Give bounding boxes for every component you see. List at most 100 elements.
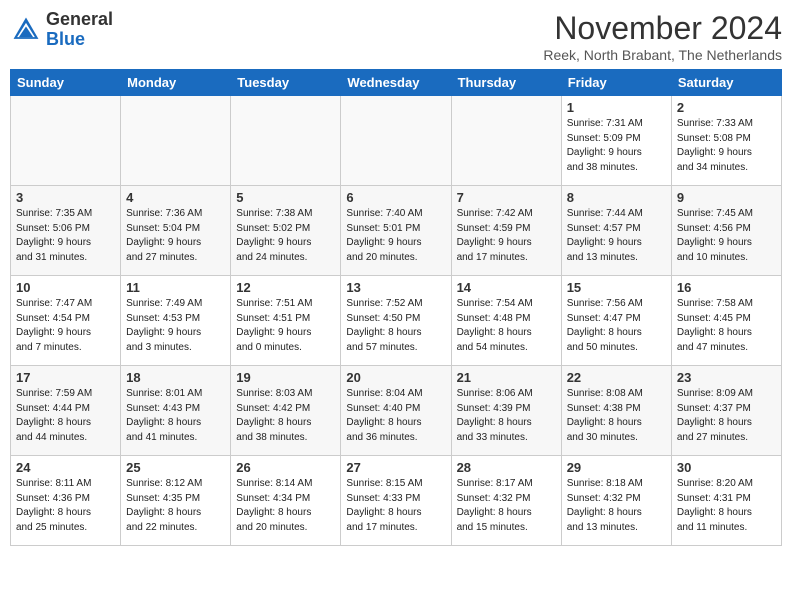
- day-number: 24: [16, 460, 115, 475]
- day-number: 4: [126, 190, 225, 205]
- cell-info: Sunrise: 8:01 AM Sunset: 4:43 PM Dayligh…: [126, 387, 225, 445]
- cell-info: Sunrise: 8:15 AM Sunset: 4:33 PM Dayligh…: [346, 477, 445, 535]
- calendar-cell: 10 Sunrise: 7:47 AM Sunset: 4:54 PM Dayli…: [11, 276, 121, 366]
- cell-info: Sunrise: 7:59 AM Sunset: 4:44 PM Dayligh…: [16, 387, 115, 445]
- cell-info: Sunrise: 7:31 AM Sunset: 5:09 PM Dayligh…: [567, 117, 666, 175]
- cell-info: Sunrise: 8:12 AM Sunset: 4:35 PM Dayligh…: [126, 477, 225, 535]
- day-number: 21: [457, 370, 556, 385]
- calendar-cell: 25 Sunrise: 8:12 AM Sunset: 4:35 PM Dayli…: [121, 456, 231, 546]
- cell-info: Sunrise: 7:56 AM Sunset: 4:47 PM Dayligh…: [567, 297, 666, 355]
- cell-info: Sunrise: 7:35 AM Sunset: 5:06 PM Dayligh…: [16, 207, 115, 265]
- cell-info: Sunrise: 7:42 AM Sunset: 4:59 PM Dayligh…: [457, 207, 556, 265]
- calendar-week-1: 1 Sunrise: 7:31 AM Sunset: 5:09 PM Daylig…: [11, 96, 782, 186]
- day-number: 16: [677, 280, 776, 295]
- calendar-week-3: 10 Sunrise: 7:47 AM Sunset: 4:54 PM Dayli…: [11, 276, 782, 366]
- calendar-cell: 14 Sunrise: 7:54 AM Sunset: 4:48 PM Dayli…: [451, 276, 561, 366]
- calendar-cell: [451, 96, 561, 186]
- calendar-cell: 22 Sunrise: 8:08 AM Sunset: 4:38 PM Dayli…: [561, 366, 671, 456]
- cell-info: Sunrise: 8:06 AM Sunset: 4:39 PM Dayligh…: [457, 387, 556, 445]
- day-number: 28: [457, 460, 556, 475]
- calendar-cell: 12 Sunrise: 7:51 AM Sunset: 4:51 PM Dayli…: [231, 276, 341, 366]
- weekday-header-thursday: Thursday: [451, 70, 561, 96]
- day-number: 15: [567, 280, 666, 295]
- cell-info: Sunrise: 8:20 AM Sunset: 4:31 PM Dayligh…: [677, 477, 776, 535]
- cell-info: Sunrise: 8:04 AM Sunset: 4:40 PM Dayligh…: [346, 387, 445, 445]
- day-number: 10: [16, 280, 115, 295]
- weekday-header-row: SundayMondayTuesdayWednesdayThursdayFrid…: [11, 70, 782, 96]
- day-number: 23: [677, 370, 776, 385]
- title-block: November 2024 Reek, North Brabant, The N…: [543, 10, 782, 63]
- day-number: 26: [236, 460, 335, 475]
- cell-info: Sunrise: 8:11 AM Sunset: 4:36 PM Dayligh…: [16, 477, 115, 535]
- calendar-cell: 20 Sunrise: 8:04 AM Sunset: 4:40 PM Dayli…: [341, 366, 451, 456]
- day-number: 14: [457, 280, 556, 295]
- day-number: 18: [126, 370, 225, 385]
- weekday-header-monday: Monday: [121, 70, 231, 96]
- day-number: 11: [126, 280, 225, 295]
- calendar-cell: 18 Sunrise: 8:01 AM Sunset: 4:43 PM Dayli…: [121, 366, 231, 456]
- cell-info: Sunrise: 7:45 AM Sunset: 4:56 PM Dayligh…: [677, 207, 776, 265]
- cell-info: Sunrise: 8:03 AM Sunset: 4:42 PM Dayligh…: [236, 387, 335, 445]
- calendar-cell: 29 Sunrise: 8:18 AM Sunset: 4:32 PM Dayli…: [561, 456, 671, 546]
- calendar-cell: 19 Sunrise: 8:03 AM Sunset: 4:42 PM Dayli…: [231, 366, 341, 456]
- cell-info: Sunrise: 7:58 AM Sunset: 4:45 PM Dayligh…: [677, 297, 776, 355]
- calendar-cell: 17 Sunrise: 7:59 AM Sunset: 4:44 PM Dayli…: [11, 366, 121, 456]
- cell-info: Sunrise: 7:44 AM Sunset: 4:57 PM Dayligh…: [567, 207, 666, 265]
- calendar-cell: [231, 96, 341, 186]
- calendar-cell: 5 Sunrise: 7:38 AM Sunset: 5:02 PM Daylig…: [231, 186, 341, 276]
- calendar-cell: 24 Sunrise: 8:11 AM Sunset: 4:36 PM Dayli…: [11, 456, 121, 546]
- day-number: 12: [236, 280, 335, 295]
- cell-info: Sunrise: 7:54 AM Sunset: 4:48 PM Dayligh…: [457, 297, 556, 355]
- calendar-cell: 28 Sunrise: 8:17 AM Sunset: 4:32 PM Dayli…: [451, 456, 561, 546]
- day-number: 27: [346, 460, 445, 475]
- day-number: 22: [567, 370, 666, 385]
- cell-info: Sunrise: 7:38 AM Sunset: 5:02 PM Dayligh…: [236, 207, 335, 265]
- logo-text: General Blue: [46, 10, 113, 50]
- page-header: General Blue November 2024 Reek, North B…: [10, 10, 782, 63]
- cell-info: Sunrise: 7:51 AM Sunset: 4:51 PM Dayligh…: [236, 297, 335, 355]
- day-number: 5: [236, 190, 335, 205]
- cell-info: Sunrise: 8:17 AM Sunset: 4:32 PM Dayligh…: [457, 477, 556, 535]
- day-number: 6: [346, 190, 445, 205]
- calendar-cell: 2Sunrise: 7:33 AM Sunset: 5:08 PM Daylig…: [671, 96, 781, 186]
- cell-info: Sunrise: 7:40 AM Sunset: 5:01 PM Dayligh…: [346, 207, 445, 265]
- calendar-week-4: 17 Sunrise: 7:59 AM Sunset: 4:44 PM Dayli…: [11, 366, 782, 456]
- day-number: 9: [677, 190, 776, 205]
- day-number: 8: [567, 190, 666, 205]
- calendar-week-5: 24 Sunrise: 8:11 AM Sunset: 4:36 PM Dayli…: [11, 456, 782, 546]
- calendar-cell: [11, 96, 121, 186]
- day-number: 29: [567, 460, 666, 475]
- calendar-cell: 23Sunrise: 8:09 AM Sunset: 4:37 PM Dayli…: [671, 366, 781, 456]
- day-number: 13: [346, 280, 445, 295]
- cell-info: Sunrise: 7:47 AM Sunset: 4:54 PM Dayligh…: [16, 297, 115, 355]
- cell-info: Sunrise: 8:18 AM Sunset: 4:32 PM Dayligh…: [567, 477, 666, 535]
- logo-icon: [10, 14, 42, 46]
- day-number: 20: [346, 370, 445, 385]
- calendar-cell: 7Sunrise: 7:42 AM Sunset: 4:59 PM Daylig…: [451, 186, 561, 276]
- calendar-cell: 16 Sunrise: 7:58 AM Sunset: 4:45 PM Dayli…: [671, 276, 781, 366]
- day-number: 25: [126, 460, 225, 475]
- calendar-cell: 27 Sunrise: 8:15 AM Sunset: 4:33 PM Dayli…: [341, 456, 451, 546]
- calendar-cell: 15 Sunrise: 7:56 AM Sunset: 4:47 PM Dayli…: [561, 276, 671, 366]
- weekday-header-sunday: Sunday: [11, 70, 121, 96]
- calendar-cell: 9 Sunrise: 7:45 AM Sunset: 4:56 PM Daylig…: [671, 186, 781, 276]
- day-number: 30: [677, 460, 776, 475]
- day-number: 17: [16, 370, 115, 385]
- calendar-cell: 11Sunrise: 7:49 AM Sunset: 4:53 PM Dayli…: [121, 276, 231, 366]
- cell-info: Sunrise: 8:14 AM Sunset: 4:34 PM Dayligh…: [236, 477, 335, 535]
- day-number: 1: [567, 100, 666, 115]
- calendar-table: SundayMondayTuesdayWednesdayThursdayFrid…: [10, 69, 782, 546]
- calendar-cell: 8 Sunrise: 7:44 AM Sunset: 4:57 PM Daylig…: [561, 186, 671, 276]
- calendar-week-2: 3 Sunrise: 7:35 AM Sunset: 5:06 PM Daylig…: [11, 186, 782, 276]
- calendar-cell: 21 Sunrise: 8:06 AM Sunset: 4:39 PM Dayli…: [451, 366, 561, 456]
- cell-info: Sunrise: 7:36 AM Sunset: 5:04 PM Dayligh…: [126, 207, 225, 265]
- calendar-cell: 4 Sunrise: 7:36 AM Sunset: 5:04 PM Daylig…: [121, 186, 231, 276]
- weekday-header-tuesday: Tuesday: [231, 70, 341, 96]
- calendar-cell: 30 Sunrise: 8:20 AM Sunset: 4:31 PM Dayli…: [671, 456, 781, 546]
- cell-info: Sunrise: 7:52 AM Sunset: 4:50 PM Dayligh…: [346, 297, 445, 355]
- day-number: 3: [16, 190, 115, 205]
- cell-info: Sunrise: 8:08 AM Sunset: 4:38 PM Dayligh…: [567, 387, 666, 445]
- weekday-header-saturday: Saturday: [671, 70, 781, 96]
- day-number: 19: [236, 370, 335, 385]
- cell-info: Sunrise: 7:33 AM Sunset: 5:08 PM Dayligh…: [677, 117, 776, 175]
